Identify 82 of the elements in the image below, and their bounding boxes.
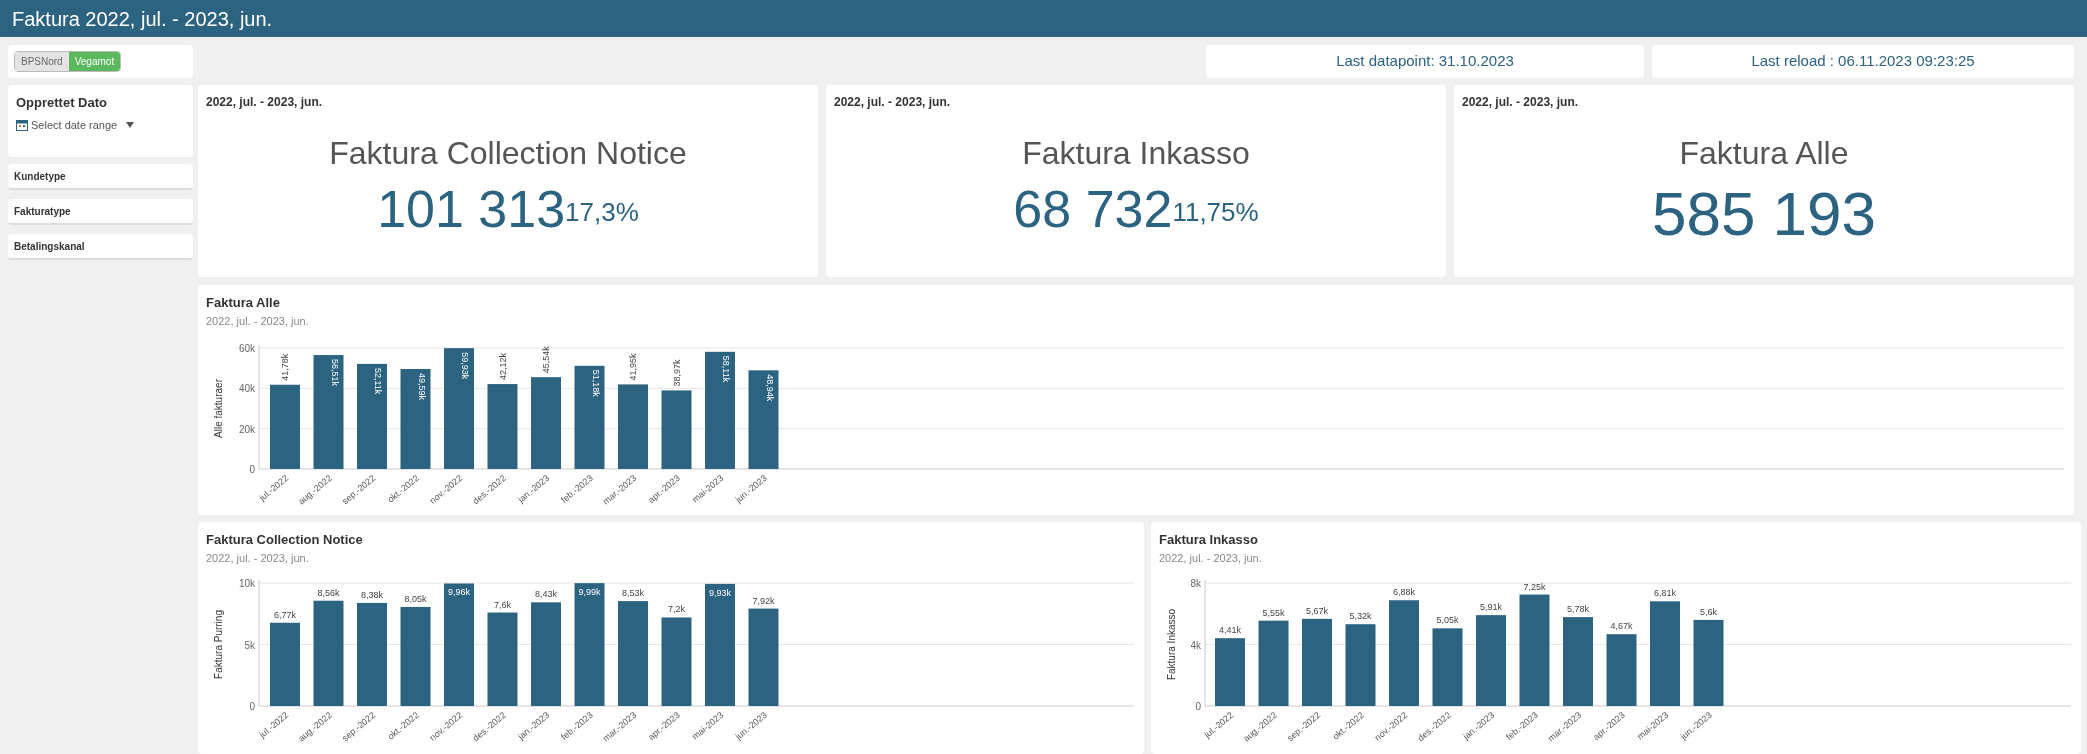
filter-label: Betalingskanal bbox=[14, 239, 85, 254]
data-label: 8,38k bbox=[361, 589, 383, 600]
data-label: 7,92k bbox=[752, 595, 775, 606]
chart-title: Faktura Alle bbox=[205, 294, 281, 312]
period-label: 2022, jul. - 2023, jun. bbox=[834, 94, 952, 111]
axis-title: Faktura Purring bbox=[213, 610, 224, 679]
kpi-title: Faktura Inkasso bbox=[1022, 134, 1250, 173]
data-label: 5,78k bbox=[1567, 604, 1589, 615]
chart-title: Faktura Collection Notice bbox=[205, 531, 364, 549]
data-label: 4,67k bbox=[1610, 621, 1633, 632]
calendar-icon bbox=[16, 118, 28, 131]
bar bbox=[1606, 634, 1637, 706]
data-label: 6,81k bbox=[1654, 588, 1676, 599]
filter-title: Opprettet Dato bbox=[16, 94, 108, 112]
data-label: 7,6k bbox=[494, 599, 511, 610]
window-title: Faktura 2022, jul. - 2023, jun. bbox=[12, 6, 273, 32]
data-label: 6,77k bbox=[274, 609, 296, 620]
data-label: 5,55k bbox=[1262, 607, 1285, 618]
period-label: 2022, jul. - 2023, jun. bbox=[1462, 94, 1580, 111]
data-label: 59,93k bbox=[460, 352, 470, 380]
info-label: Last reload : 06.11.2023 09:23:25 bbox=[1652, 45, 2074, 78]
data-label: 41,78k bbox=[280, 353, 290, 381]
date-range-dropdown[interactable]: Select date range bbox=[16, 116, 185, 133]
axis-tick-label: 20k bbox=[238, 423, 255, 435]
data-label: 41,95k bbox=[628, 353, 638, 381]
kpi-title: Faktura Alle bbox=[1679, 134, 1849, 173]
data-label: 45,54k bbox=[541, 346, 551, 374]
axis-tick-label: 0 bbox=[1195, 701, 1201, 712]
kpi-value: 101 313 bbox=[377, 183, 566, 235]
data-label: 51,18k bbox=[590, 369, 601, 397]
axis-tick-label: 8k bbox=[1190, 578, 1201, 589]
data-label: 9,96k bbox=[448, 587, 470, 598]
bar bbox=[1215, 638, 1245, 706]
filter-listbox[interactable]: Kundetype bbox=[8, 164, 193, 190]
data-label: 5,32k bbox=[1349, 611, 1372, 622]
data-label: 8,43k bbox=[535, 589, 557, 600]
filter-label: Fakturatype bbox=[14, 204, 71, 219]
kpi-title: Faktura Collection Notice bbox=[329, 134, 687, 173]
filter-listbox[interactable]: Fakturatype bbox=[8, 199, 193, 225]
data-label: 52,11k bbox=[373, 367, 383, 395]
axis-tick-label: 40k bbox=[238, 383, 255, 395]
data-label: 5,67k bbox=[1306, 605, 1328, 616]
data-label: 5,91k bbox=[1480, 602, 1502, 613]
data-label: 6,88k bbox=[1393, 587, 1415, 598]
data-label: 8,53k bbox=[622, 588, 644, 599]
data-label: 8,56k bbox=[317, 587, 340, 598]
data-label: 38,97k bbox=[671, 359, 682, 387]
data-label: 58,11k bbox=[721, 355, 731, 383]
data-label: 4,41k bbox=[1219, 625, 1241, 636]
axis-tick-label: 60k bbox=[238, 343, 255, 354]
data-label: 7,2k bbox=[668, 604, 685, 615]
data-label: 9,93k bbox=[709, 587, 731, 598]
data-label: 5,6k bbox=[1700, 606, 1717, 617]
data-label: 5,05k bbox=[1436, 615, 1459, 626]
kpi-value: 585 193 bbox=[1651, 183, 1877, 245]
data-label: 49,59k bbox=[416, 373, 427, 400]
chart-title: Faktura Inkasso bbox=[1158, 531, 1259, 549]
chart-subtitle: 2022, jul. - 2023, jun. bbox=[1158, 550, 1263, 566]
filter-listbox[interactable]: Betalingskanal bbox=[8, 234, 193, 260]
axis-tick-label: 4k bbox=[1190, 639, 1201, 651]
data-label: 48,94k bbox=[764, 374, 775, 402]
axis-tick-label: 0 bbox=[249, 701, 255, 712]
kpi-percent: 17,3% bbox=[565, 199, 639, 225]
company-toggle-button[interactable]: BPSNord bbox=[15, 52, 69, 71]
axis-tick-label: 10k bbox=[238, 578, 255, 589]
filter-label: Kundetype bbox=[14, 169, 66, 184]
kpi-value: 68 732 bbox=[1013, 183, 1173, 235]
data-label: 8,05k bbox=[404, 594, 427, 604]
axis-title: Faktura Inkasso bbox=[1166, 608, 1177, 681]
caret-icon bbox=[126, 121, 135, 128]
chart-subtitle: 2022, jul. - 2023, jun. bbox=[205, 313, 310, 329]
data-label: 42,12k bbox=[497, 353, 508, 381]
period-label: 2022, jul. - 2023, jun. bbox=[206, 94, 324, 111]
axis-tick-label: 0 bbox=[249, 464, 255, 475]
data-label: 9,99k bbox=[578, 587, 601, 598]
data-label: 7,25k bbox=[1523, 581, 1546, 592]
axis-tick-label: 5k bbox=[244, 639, 255, 651]
data-label: 56,51k bbox=[329, 359, 340, 387]
kpi-percent: 11,75% bbox=[1172, 199, 1259, 225]
info-label: Last datapoint: 31.10.2023 bbox=[1206, 45, 1644, 78]
axis-title: Alle fakturaer bbox=[213, 379, 224, 438]
chart-subtitle: 2022, jul. - 2023, jun. bbox=[205, 550, 310, 566]
